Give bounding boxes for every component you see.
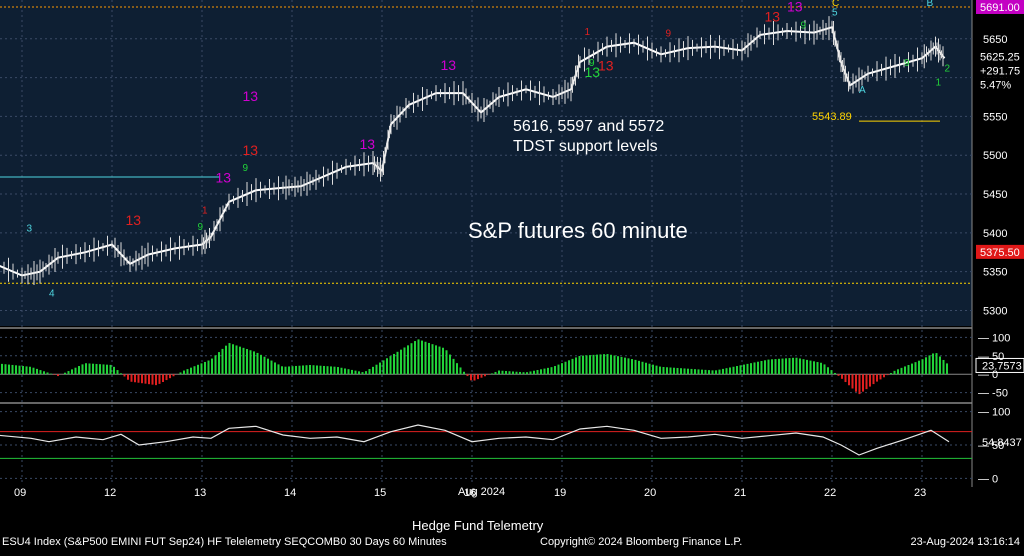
price-tick-label: 5650 (983, 34, 1007, 46)
td-annotation: 1 (585, 27, 591, 38)
price-tick-label: 5550 (983, 111, 1007, 123)
td-annotation: 1 (936, 77, 942, 88)
x-tick-label: 20 (644, 487, 656, 499)
td-annotation: 9 (801, 21, 807, 32)
annotation-support-line2: TDST support levels (513, 138, 658, 155)
td-annotation: 9 (589, 58, 595, 69)
x-tick-label: 14 (284, 487, 296, 499)
x-tick-label: 12 (104, 487, 116, 499)
td-annotation: 9 (666, 28, 672, 39)
td-annotation: 3 (27, 223, 33, 234)
price-label-text: 5375.50 (980, 247, 1020, 259)
price-tick-label: 5400 (983, 228, 1007, 240)
price-label-text: 5691.00 (980, 2, 1020, 14)
x-tick-label: 22 (824, 487, 836, 499)
oscillator-tick-label: — 0 (978, 473, 998, 485)
momentum-tick-label: — 100 (978, 332, 1010, 344)
x-tick-label: 21 (734, 487, 746, 499)
momentum-tick-label: — -50 (978, 388, 1008, 400)
td-annotation: 2 (945, 63, 951, 74)
x-month-label: Aug 2024 (458, 486, 505, 498)
annotation-support-line1: 5616, 5597 and 5572 (513, 118, 664, 135)
price-tick-label: 5350 (983, 267, 1007, 279)
footer-left: ESU4 Index (S&P500 EMINI FUT Sep24) HF T… (2, 536, 447, 548)
price-label-text: 5625.25 (980, 52, 1020, 64)
momentum-tick-label: — 0 (978, 369, 998, 381)
price-label-text: +291.75 (980, 66, 1020, 78)
annotation-low: 5543.89 (812, 111, 852, 123)
td-annotation: A (859, 85, 866, 96)
chart-root: 23.7573 54.8437 13 13 13 13 13 13 13 13 13 13 9 9 9 9… (0, 0, 1024, 551)
oscillator-tick-label: — 100 (978, 407, 1010, 419)
td-annotation: 4 (49, 289, 55, 300)
price-tick-label: 5450 (983, 189, 1007, 201)
td-annotation: 13 (216, 169, 232, 185)
x-tick-label: 09 (14, 487, 26, 499)
td-annotation: 13 (243, 88, 259, 104)
td-annotation: 13 (765, 9, 781, 25)
momentum-panel-bg (0, 330, 972, 400)
footer-right: 23-Aug-2024 13:16:14 (910, 536, 1020, 548)
price-tick-label: 5500 (983, 150, 1007, 162)
x-tick-label: 15 (374, 487, 386, 499)
td-annotation: 13 (441, 57, 457, 73)
td-annotation: 13 (243, 142, 259, 158)
td-annotation: 13 (598, 58, 614, 74)
td-annotation: 9 (243, 163, 249, 174)
td-annotation: C (832, 0, 839, 9)
momentum-tick-label: — 50 (978, 351, 1004, 363)
x-tick-label: 13 (194, 487, 206, 499)
price-label-text: 5.47% (980, 80, 1011, 92)
td-annotation: 13 (787, 0, 803, 15)
x-tick-label: 19 (554, 487, 566, 499)
x-tick-label: 23 (914, 487, 926, 499)
oscillator-tick-label: — 50 (978, 440, 1004, 452)
td-annotation: 13 (126, 212, 142, 228)
td-annotation: 9 (904, 58, 910, 69)
td-annotation: B (927, 0, 934, 9)
td-annotation: 1 (202, 205, 208, 216)
chart-subtitle: Hedge Fund Telemetry (412, 518, 544, 533)
price-tick-label: 5300 (983, 305, 1007, 317)
footer-center: Copyright© 2024 Bloomberg Finance L.P. (540, 536, 743, 548)
chart-svg: 23.7573 54.8437 131313131313131313139999… (0, 0, 1024, 533)
td-annotation: 13 (360, 136, 376, 152)
price-panel-bg (0, 0, 972, 326)
chart-title: S&P futures 60 minute (468, 218, 688, 243)
td-annotation: 9 (198, 222, 204, 233)
